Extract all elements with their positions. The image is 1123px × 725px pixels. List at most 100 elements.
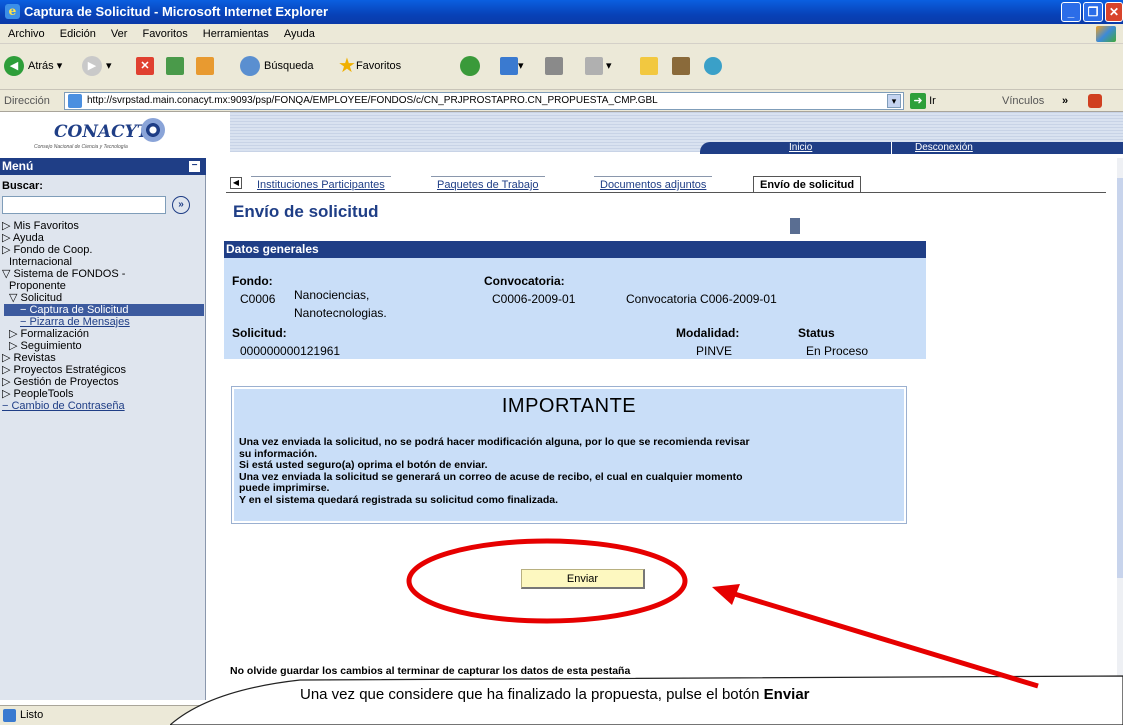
important-notice: IMPORTANTE Una vez enviada la solicitud,… xyxy=(231,386,907,524)
refresh-icon xyxy=(166,57,184,76)
edit-icon xyxy=(585,57,603,76)
menu-header: Menú − xyxy=(0,158,206,175)
search-go-button[interactable]: » xyxy=(172,196,190,214)
window-title: Captura de Solicitud - Microsoft Interne… xyxy=(24,4,329,19)
menu-bar: Archivo Edición Ver Favoritos Herramient… xyxy=(0,24,1123,44)
modalidad-value: PINVE xyxy=(696,344,733,358)
sidebar-item-gestion-proyectos[interactable]: ▷ Gestión de Proyectos xyxy=(2,376,119,388)
messenger-icon xyxy=(704,57,722,76)
convocatoria-name: Convocatoria C006-2009-01 xyxy=(626,292,777,306)
sidebar-item-revistas[interactable]: ▷ Revistas xyxy=(2,352,56,364)
sidebar-item-formalizacion[interactable]: ▷ Formalización xyxy=(9,328,89,340)
sidebar-item-solicitud[interactable]: ▽ Solicitud xyxy=(9,292,62,304)
main-content: ◀ Instituciones Participantes Paquetes d… xyxy=(206,158,1117,700)
history-button[interactable] xyxy=(460,54,484,78)
tab-instituciones[interactable]: Instituciones Participantes xyxy=(251,176,391,192)
mail-button[interactable]: ▾ xyxy=(500,54,524,78)
links-label[interactable]: Vínculos xyxy=(1002,90,1044,112)
scrollbar[interactable] xyxy=(1117,158,1123,700)
address-label: Dirección xyxy=(4,95,50,107)
solicitud-label: Solicitud: xyxy=(232,326,287,340)
tab-underline xyxy=(226,192,1106,193)
minimize-button[interactable]: _ xyxy=(1061,2,1081,22)
stop-button[interactable]: ✕ xyxy=(136,54,154,78)
folder-button[interactable] xyxy=(640,54,658,78)
convocatoria-label: Convocatoria: xyxy=(484,274,565,288)
menu-archivo[interactable]: Archivo xyxy=(8,28,45,40)
address-bar: Dirección http://svrpstad.main.conacyt.m… xyxy=(0,90,1123,112)
scrollbar-thumb[interactable] xyxy=(1117,178,1123,578)
tab-scroll-left-icon[interactable]: ◀ xyxy=(230,177,242,189)
header-nav: Inicio Desconexión xyxy=(700,142,1123,154)
links-expand-icon[interactable]: » xyxy=(1062,90,1068,112)
windows-flag-icon xyxy=(1096,26,1116,42)
tab-envio[interactable]: Envío de solicitud xyxy=(753,176,862,192)
page-marker xyxy=(790,218,800,234)
toolbar: ◀ Atrás ▾ ▶ ▾ ✕ Búsqueda ★Favoritos ▾ ▾ xyxy=(0,44,1123,90)
general-data-panel: Fondo: C0006 Nanociencias, Nanotecnologi… xyxy=(224,258,926,359)
books-icon xyxy=(672,57,690,76)
tab-documentos[interactable]: Documentos adjuntos xyxy=(594,176,713,192)
close-button[interactable]: ✕ xyxy=(1105,2,1123,22)
modalidad-label: Modalidad: xyxy=(676,326,740,340)
forward-arrow-icon: ▶ xyxy=(82,56,102,77)
nav-divider xyxy=(891,142,892,154)
extension-icon[interactable] xyxy=(1088,94,1102,108)
sidebar-item-seguimiento[interactable]: ▷ Seguimiento xyxy=(9,340,82,352)
search-label: Buscar: xyxy=(2,180,43,192)
general-data-header: Datos generales xyxy=(224,241,926,258)
menu-herramientas[interactable]: Herramientas xyxy=(203,28,269,40)
sidebar-item-proponente[interactable]: Proponente xyxy=(9,280,66,292)
collapse-menu-button[interactable]: − xyxy=(189,161,200,172)
mail-icon xyxy=(500,57,518,76)
notice-title: IMPORTANTE xyxy=(501,395,637,417)
logout-link[interactable]: Desconexión xyxy=(915,142,973,154)
send-button[interactable]: Enviar xyxy=(521,569,645,589)
conacyt-emblem-icon xyxy=(141,118,165,142)
home-icon xyxy=(196,57,214,76)
favorites-button[interactable]: ★Favoritos xyxy=(338,54,401,78)
sidebar-item-fondo-coop-cont[interactable]: Internacional xyxy=(9,256,72,268)
back-button[interactable]: ◀ Atrás ▾ xyxy=(4,54,62,78)
sidebar-item-peopletools[interactable]: ▷ PeopleTools xyxy=(2,388,73,400)
page-status-icon xyxy=(3,709,16,722)
sidebar-item-sistema-fondos[interactable]: ▽ Sistema de FONDOS - xyxy=(2,268,125,280)
home-button[interactable] xyxy=(196,54,214,78)
solicitud-value: 000000000121961 xyxy=(240,344,341,358)
sidebar-item-favoritos[interactable]: ▷ Mis Favoritos xyxy=(2,220,79,232)
sidebar-item-pizarra-mensajes[interactable]: − Pizarra de Mensajes xyxy=(20,316,130,328)
menu-ayuda[interactable]: Ayuda xyxy=(284,28,315,40)
menu-edicion[interactable]: Edición xyxy=(60,28,96,40)
sidebar-item-cambio-contrasena[interactable]: − Cambio de Contraseña xyxy=(2,400,125,412)
tab-paquetes[interactable]: Paquetes de Trabajo xyxy=(431,176,545,192)
maximize-button[interactable]: ❐ xyxy=(1083,2,1103,22)
printer-icon xyxy=(545,57,563,76)
sidebar-item-ayuda[interactable]: ▷ Ayuda xyxy=(2,232,44,244)
page-title: Envío de solicitud xyxy=(233,202,379,221)
search-input[interactable] xyxy=(2,196,166,214)
go-button[interactable]: ➜ Ir xyxy=(910,92,936,110)
fondo-code: C0006 xyxy=(240,292,276,306)
sidebar-item-captura-solicitud[interactable]: − Captura de Solicitud xyxy=(4,304,204,316)
sidebar-item-fondo-coop[interactable]: ▷ Fondo de Coop. xyxy=(2,244,92,256)
sidebar-item-proyectos-estrategicos[interactable]: ▷ Proyectos Estratégicos xyxy=(2,364,126,376)
menu-ver[interactable]: Ver xyxy=(111,28,128,40)
fondo-name-1: Nanociencias, xyxy=(294,288,370,302)
menu-favoritos[interactable]: Favoritos xyxy=(142,28,187,40)
refresh-button[interactable] xyxy=(166,54,184,78)
star-icon: ★ xyxy=(338,55,356,78)
callout-text: Una vez que considere que ha finalizado … xyxy=(300,686,810,703)
address-input[interactable]: http://svrpstad.main.conacyt.mx:9093/psp… xyxy=(64,92,904,110)
forward-button[interactable]: ▶ ▾ xyxy=(82,54,112,78)
fondo-label: Fondo: xyxy=(232,274,273,288)
search-button[interactable]: Búsqueda xyxy=(240,54,314,78)
notice-text: Una vez enviada la solicitud, no se podr… xyxy=(239,436,750,506)
edit-button[interactable]: ▾ xyxy=(585,54,612,78)
chevron-down-icon[interactable]: ▾ xyxy=(887,94,901,108)
messenger-button[interactable] xyxy=(704,54,722,78)
home-link[interactable]: Inicio xyxy=(789,142,812,154)
convocatoria-code: C0006-2009-01 xyxy=(492,292,576,306)
print-button[interactable] xyxy=(545,54,563,78)
go-arrow-icon: ➜ xyxy=(910,93,926,110)
research-button[interactable] xyxy=(672,54,690,78)
